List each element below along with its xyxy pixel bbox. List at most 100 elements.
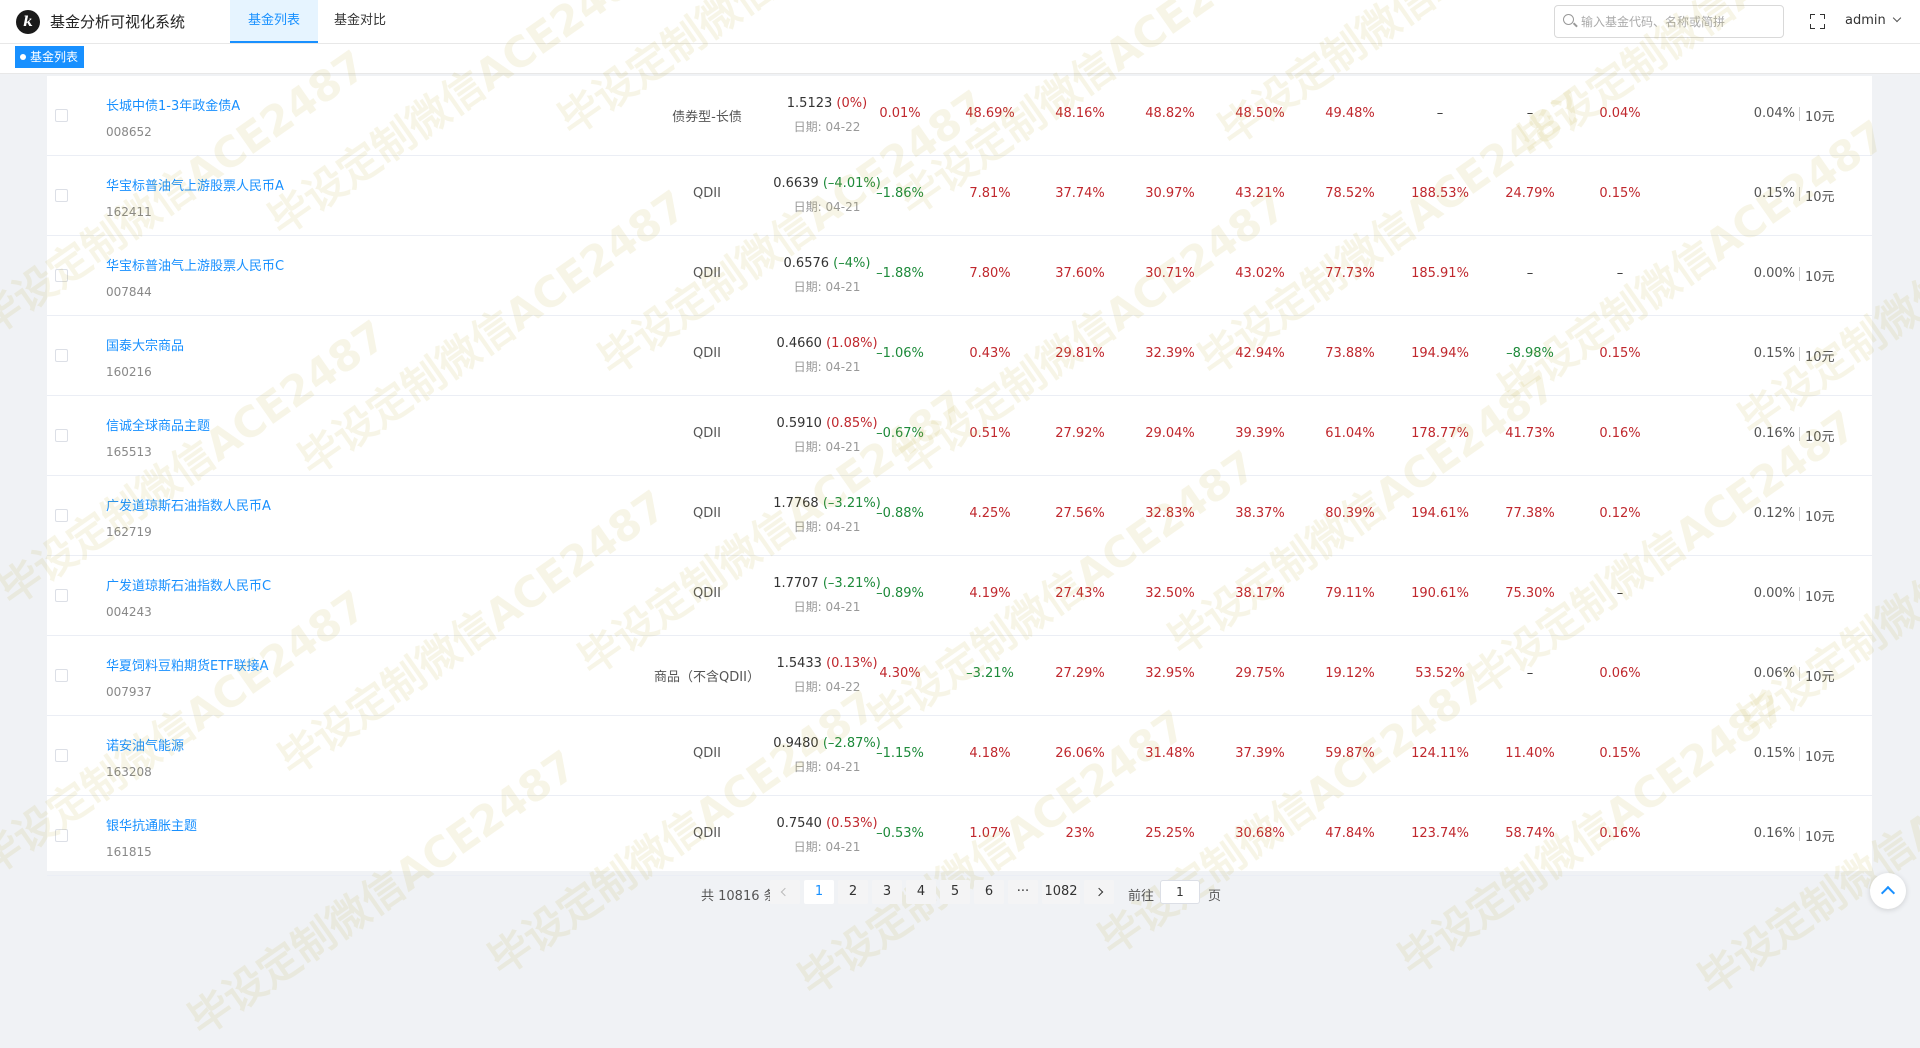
return-cell: 4.30% [879, 666, 921, 681]
return-cell: 38.17% [1235, 586, 1285, 601]
app-logo-icon: k [16, 10, 40, 34]
page-5-button[interactable]: 5 [940, 880, 970, 904]
return-cell: 185.91% [1411, 266, 1469, 281]
return-cell: 27.43% [1055, 586, 1105, 601]
table-row[interactable]: 信诚全球商品主题 165513 QDII 0.5910 (0.85%) 日期: 04-2… [47, 396, 1872, 476]
return-cell: 123.74% [1411, 826, 1469, 841]
fund-name-link[interactable]: 华宝标普油气上游股票人民币C [106, 255, 284, 274]
fee-rate: 0.15% [1753, 346, 1795, 361]
pagination: 共 10816 条 1 2 3 4 5 6 ··· 1082 前往 页 [0, 877, 1920, 909]
prev-page-button[interactable] [770, 880, 800, 904]
row-checkbox[interactable] [55, 509, 68, 522]
table-row[interactable]: 诺安油气能源 163208 QDII 0.9480 (–2.87%) 日期: 04-21… [47, 716, 1872, 796]
more-pages-button[interactable]: ··· [1008, 880, 1038, 904]
return-cell: 73.88% [1325, 346, 1375, 361]
fee-rate: 0.15% [1753, 186, 1795, 201]
divider [1799, 107, 1800, 121]
return-cell: –0.53% [876, 826, 924, 841]
table-row[interactable]: 华宝标普油气上游股票人民币A 162411 QDII 0.6639 (–4.01%) 日… [47, 156, 1872, 236]
fund-name-link[interactable]: 银华抗通胀主题 [106, 815, 197, 834]
return-cell: 79.11% [1325, 586, 1375, 601]
nav-value: 1.7768 [773, 496, 819, 511]
row-checkbox[interactable] [55, 589, 68, 602]
return-cell: 80.39% [1325, 506, 1375, 521]
table-row[interactable]: 国泰大宗商品 160216 QDII 0.4660 (1.08%) 日期: 04-21–… [47, 316, 1872, 396]
divider [1799, 187, 1800, 201]
page-2-button[interactable]: 2 [838, 880, 868, 904]
return-cell: 58.74% [1505, 826, 1555, 841]
divider [1799, 267, 1800, 281]
return-cell: 43.21% [1235, 186, 1285, 201]
fund-code: 162719 [106, 525, 152, 539]
divider [1799, 587, 1800, 601]
fee-rate: 0.00% [1753, 586, 1795, 601]
return-cell: 19.12% [1325, 666, 1375, 681]
return-cell: –1.15% [876, 746, 924, 761]
fund-name-link[interactable]: 华宝标普油气上游股票人民币A [106, 175, 284, 194]
row-checkbox[interactable] [55, 109, 68, 122]
app-title: 基金分析可视化系统 [50, 13, 186, 31]
table-row[interactable]: 广发道琼斯石油指数人民币C 004243 QDII 1.7707 (–3.21%) 日期… [47, 556, 1872, 636]
next-page-button[interactable] [1084, 880, 1114, 904]
fund-name-link[interactable]: 诺安油气能源 [106, 735, 184, 754]
nav-value: 0.5910 [776, 416, 822, 431]
row-checkbox[interactable] [55, 669, 68, 682]
page-1-button[interactable]: 1 [804, 880, 834, 904]
return-cell: 24.79% [1505, 186, 1555, 201]
return-cell: –1.88% [876, 266, 924, 281]
row-checkbox[interactable] [55, 749, 68, 762]
row-checkbox[interactable] [55, 189, 68, 202]
page-3-button[interactable]: 3 [872, 880, 902, 904]
return-cell: 0.12% [1599, 506, 1641, 521]
page-4-button[interactable]: 4 [906, 880, 936, 904]
table-row[interactable]: 银华抗通胀主题 161815 QDII 0.7540 (0.53%) 日期: 04-21… [47, 796, 1872, 876]
return-cell: 188.53% [1411, 186, 1469, 201]
return-cell: 27.56% [1055, 506, 1105, 521]
last-page-button[interactable]: 1082 [1042, 880, 1080, 904]
tab-fund-compare[interactable]: 基金对比 [316, 0, 404, 43]
nav-value: 1.5433 [776, 656, 822, 671]
min-purchase: 10元 [1805, 830, 1835, 845]
table-row[interactable]: 长城中债1-3年政金债A 008652 债券型-长债 1.5123 (0%) 日期: 0… [47, 76, 1872, 156]
fund-name-link[interactable]: 国泰大宗商品 [106, 335, 184, 354]
min-purchase: 10元 [1805, 670, 1835, 685]
fund-name-link[interactable]: 信诚全球商品主题 [106, 415, 210, 434]
user-menu[interactable]: admin [1845, 13, 1901, 28]
min-purchase: 10元 [1805, 270, 1835, 285]
tab-fund-list[interactable]: 基金列表 [230, 0, 319, 43]
row-checkbox[interactable] [55, 829, 68, 842]
goto-page-input[interactable] [1160, 880, 1200, 904]
fund-search-box[interactable] [1554, 5, 1784, 38]
fund-name-link[interactable]: 华夏饲料豆粕期货ETF联接A [106, 655, 269, 674]
fund-name-link[interactable]: 长城中债1-3年政金债A [106, 95, 240, 114]
row-checkbox[interactable] [55, 349, 68, 362]
table-row[interactable]: 广发道琼斯石油指数人民币A 162719 QDII 1.7768 (–3.21%) 日期… [47, 476, 1872, 556]
return-cell: 4.25% [969, 506, 1011, 521]
fund-code: 165513 [106, 445, 152, 459]
min-purchase: 10元 [1805, 350, 1835, 365]
return-cell: 25.25% [1145, 826, 1195, 841]
fund-code: 160216 [106, 365, 152, 379]
table-row[interactable]: 华夏饲料豆粕期货ETF联接A 007937 商品（不含QDII） 1.5433 (0.… [47, 636, 1872, 716]
return-cell: 11.40% [1505, 746, 1555, 761]
min-purchase: 10元 [1805, 190, 1835, 205]
fund-code: 161815 [106, 845, 152, 859]
row-checkbox[interactable] [55, 429, 68, 442]
return-cell: 194.61% [1411, 506, 1469, 521]
page-6-button[interactable]: 6 [974, 880, 1004, 904]
fund-code: 162411 [106, 205, 152, 219]
row-checkbox[interactable] [55, 269, 68, 282]
back-to-top-button[interactable] [1870, 873, 1906, 909]
tag-fund-list[interactable]: 基金列表 [15, 46, 85, 68]
fund-name-link[interactable]: 广发道琼斯石油指数人民币C [106, 575, 271, 594]
fullscreen-icon[interactable] [1810, 14, 1825, 29]
fund-search-input[interactable] [1581, 12, 1776, 32]
return-cell: 48.16% [1055, 106, 1105, 121]
username: admin [1845, 13, 1886, 28]
return-cell: 0.16% [1599, 426, 1641, 441]
return-cell: 0.15% [1599, 186, 1641, 201]
tags-view-bar: 基金列表 [0, 44, 1920, 74]
return-cell: 77.73% [1325, 266, 1375, 281]
table-row[interactable]: 华宝标普油气上游股票人民币C 007844 QDII 0.6576 (–4%) 日期: … [47, 236, 1872, 316]
fund-name-link[interactable]: 广发道琼斯石油指数人民币A [106, 495, 271, 514]
